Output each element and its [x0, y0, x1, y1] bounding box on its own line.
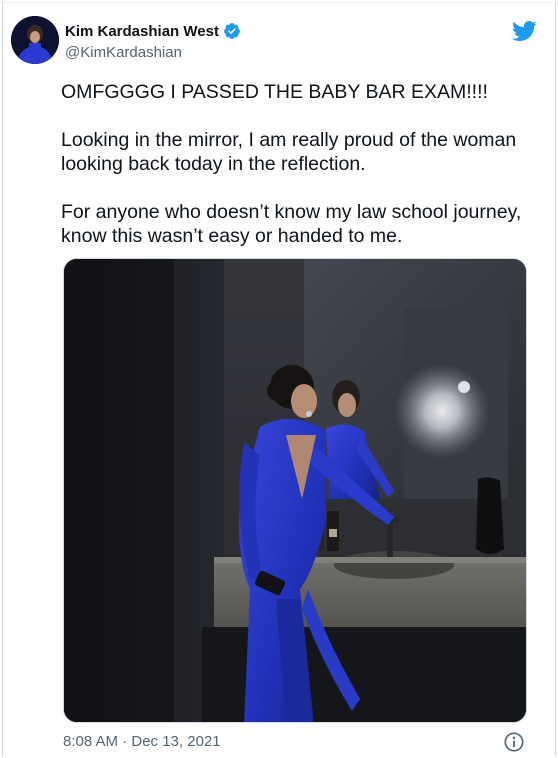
- divider: [3, 2, 557, 3]
- tweet-paragraph: For anyone who doesn’t know my law schoo…: [61, 201, 522, 247]
- tweet-paragraph: OMFGGGG I PASSED THE BABY BAR EXAM!!!!: [61, 81, 488, 103]
- tweet-photo[interactable]: [63, 258, 527, 723]
- verified-badge-icon: [223, 22, 241, 40]
- tweet-card: Kim Kardashian West @KimKardashian OMFGG…: [2, 2, 557, 756]
- twitter-bird-icon[interactable]: [511, 18, 537, 44]
- author-name-row[interactable]: Kim Kardashian West: [65, 22, 241, 40]
- avatar-image: [11, 16, 59, 64]
- avatar[interactable]: [11, 16, 59, 64]
- tweet-paragraph: Looking in the mirror, I am really proud…: [61, 129, 517, 175]
- photo-image: [64, 259, 526, 722]
- info-icon[interactable]: [503, 731, 525, 753]
- tweet-text: OMFGGGG I PASSED THE BABY BAR EXAM!!!! L…: [61, 80, 531, 272]
- handle[interactable]: @KimKardashian: [65, 44, 182, 61]
- timestamp[interactable]: 8:08 AM · Dec 13, 2021: [63, 733, 221, 750]
- display-name[interactable]: Kim Kardashian West: [65, 23, 219, 40]
